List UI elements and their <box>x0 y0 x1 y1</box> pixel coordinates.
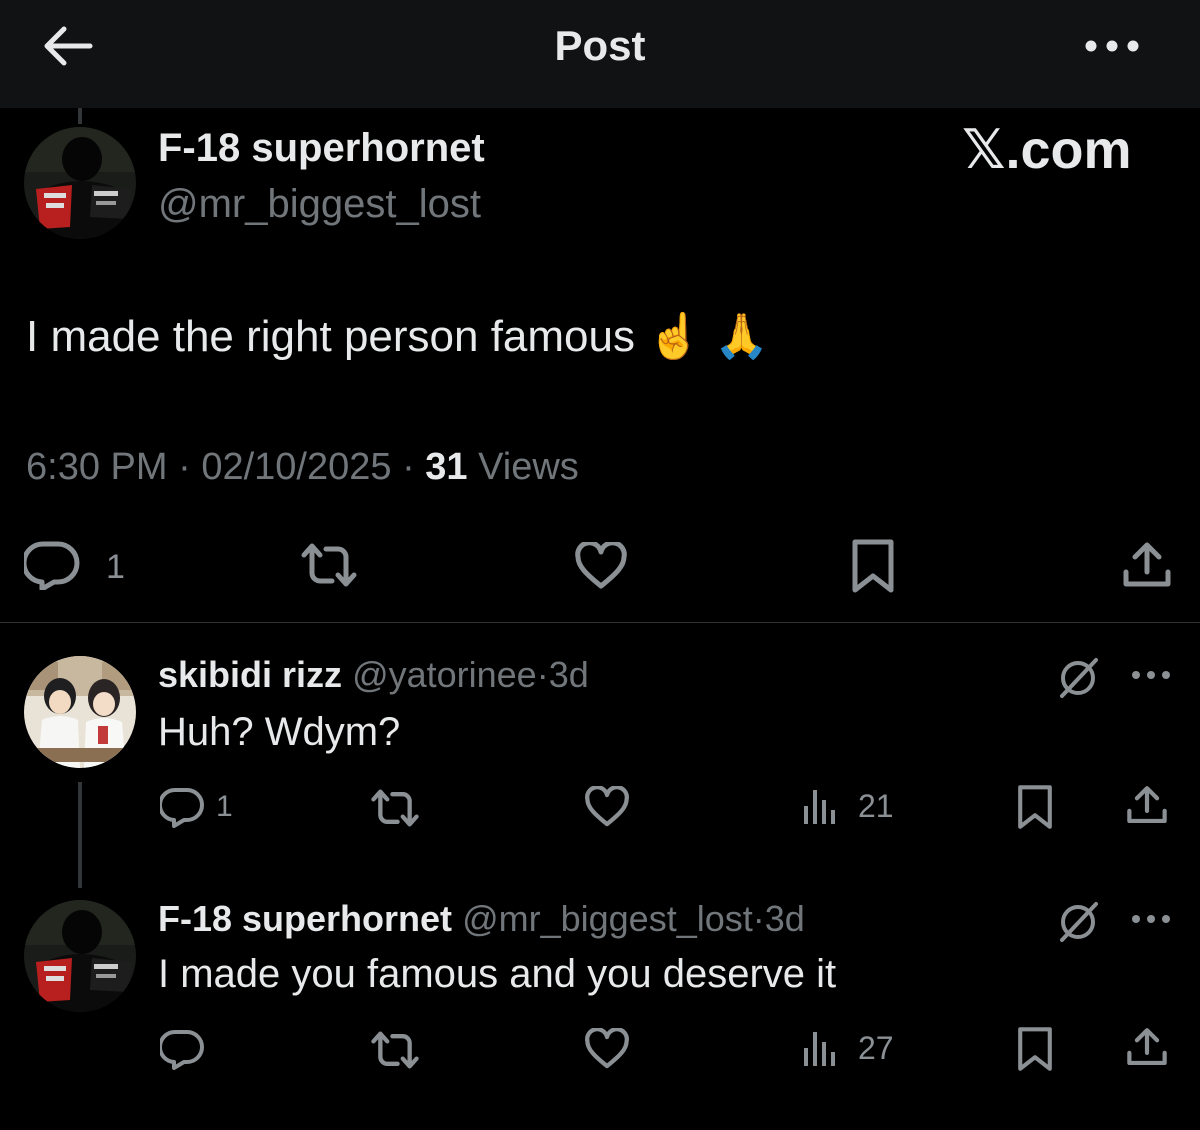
page-title: Post <box>554 22 646 69</box>
grok-icon[interactable] <box>1056 898 1102 944</box>
share-icon[interactable] <box>1126 1026 1168 1068</box>
handle[interactable]: @yatorinee <box>352 654 537 695</box>
like-icon[interactable] <box>584 786 630 828</box>
more-horizontal-icon[interactable] <box>1130 668 1172 682</box>
reply-header: F-18 superhornet @mr_biggest_lost·3d <box>158 898 805 940</box>
views-count: 27 <box>858 1030 894 1066</box>
reply-header: skibidi rizz @yatorinee·3d <box>158 654 589 696</box>
views-label[interactable]: Views <box>478 446 579 488</box>
reply-count: 1 <box>106 548 125 586</box>
divider <box>0 622 1200 623</box>
grok-icon[interactable] <box>1056 654 1102 700</box>
handle[interactable]: @mr_biggest_lost <box>462 898 753 939</box>
bookmark-icon[interactable] <box>1016 1026 1054 1072</box>
views-count[interactable]: 31 <box>425 446 467 488</box>
top-bar: Post <box>0 0 1200 108</box>
display-name[interactable]: F-18 superhornet <box>158 898 452 939</box>
avatar[interactable] <box>24 900 136 1012</box>
handle[interactable]: @mr_biggest_lost <box>158 182 481 227</box>
share-icon[interactable] <box>1122 540 1172 590</box>
bookmark-icon[interactable] <box>1016 784 1054 830</box>
reply-icon[interactable] <box>160 786 206 828</box>
separator: · <box>536 654 549 695</box>
views-icon[interactable] <box>802 1028 840 1068</box>
views-count: 21 <box>858 788 894 824</box>
thread-line <box>78 108 82 124</box>
avatar[interactable] <box>24 656 136 768</box>
separator: · <box>402 446 415 488</box>
reply-age[interactable]: 3d <box>765 898 805 939</box>
like-icon[interactable] <box>584 1028 630 1070</box>
post-text: I made the right person famous ☝️ 🙏 <box>26 312 770 361</box>
bookmark-icon[interactable] <box>850 538 896 594</box>
post-meta: 6:30 PM · 02/10/2025 · 31 Views <box>26 446 579 489</box>
views-icon[interactable] <box>802 786 840 826</box>
like-icon[interactable] <box>574 542 628 590</box>
reply-icon[interactable] <box>24 540 82 590</box>
more-horizontal-icon[interactable] <box>1130 912 1172 926</box>
reply-icon[interactable] <box>160 1028 206 1070</box>
reply-age[interactable]: 3d <box>549 654 589 695</box>
thread-line <box>78 782 82 888</box>
separator: · <box>752 898 765 939</box>
more-horizontal-icon[interactable] <box>1084 36 1140 56</box>
watermark: 𝕏.com <box>962 120 1132 180</box>
repost-icon[interactable] <box>370 1030 420 1070</box>
separator: · <box>178 446 191 488</box>
share-icon[interactable] <box>1126 784 1168 826</box>
repost-icon[interactable] <box>300 542 358 588</box>
post-date[interactable]: 02/10/2025 <box>201 446 391 488</box>
post-time[interactable]: 6:30 PM <box>26 446 168 488</box>
avatar[interactable] <box>24 127 136 239</box>
display-name[interactable]: F-18 superhornet <box>158 126 485 171</box>
reply-text: Huh? Wdym? <box>158 710 401 754</box>
repost-icon[interactable] <box>370 788 420 828</box>
reply-text: I made you famous and you deserve it <box>158 952 837 996</box>
display-name[interactable]: skibidi rizz <box>158 654 342 695</box>
reply-count: 1 <box>216 790 233 823</box>
